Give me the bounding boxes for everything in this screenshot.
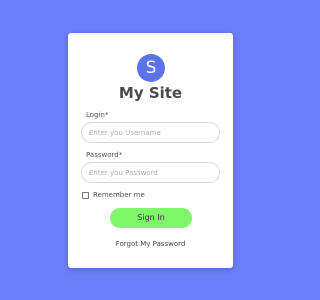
password-label: Password* (86, 151, 123, 159)
site-title: My Site (118, 84, 183, 102)
page-background: S My Site Login* Password* Remember me S… (0, 0, 300, 300)
password-input[interactable] (81, 162, 220, 183)
remember-me-checkbox[interactable] (82, 192, 89, 199)
remember-me-toggle[interactable]: Remember me (82, 191, 145, 200)
login-label: Login* (86, 111, 109, 119)
username-input[interactable] (81, 122, 220, 143)
site-logo-icon: S (137, 54, 165, 82)
login-card: S My Site Login* Password* Remember me S… (68, 33, 233, 268)
remember-me-label: Remember me (93, 191, 145, 199)
logo-letter: S (145, 58, 157, 78)
forgot-password-link[interactable]: Forgot My Password (68, 240, 233, 249)
sign-in-button[interactable]: Sign In (110, 208, 192, 228)
